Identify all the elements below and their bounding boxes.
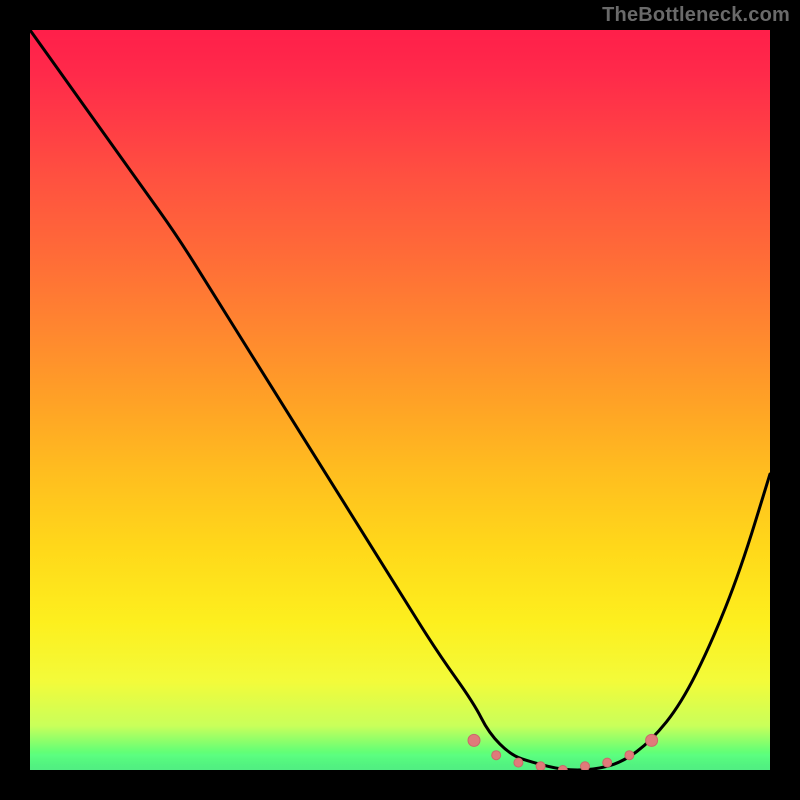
watermark-text: TheBottleneck.com (602, 4, 790, 27)
valley-marker (468, 734, 480, 746)
curve-layer (30, 30, 770, 770)
valley-marker (603, 758, 612, 767)
valley-marker (558, 766, 567, 771)
chart-frame: TheBottleneck.com (0, 0, 800, 800)
valley-marker (514, 758, 523, 767)
valley-marker (646, 734, 658, 746)
plot-area (30, 30, 770, 770)
valley-marker (536, 762, 545, 770)
bottleneck-curve-path (30, 30, 770, 770)
valley-marker (581, 762, 590, 770)
valley-marker (492, 751, 501, 760)
valley-marker (625, 751, 634, 760)
